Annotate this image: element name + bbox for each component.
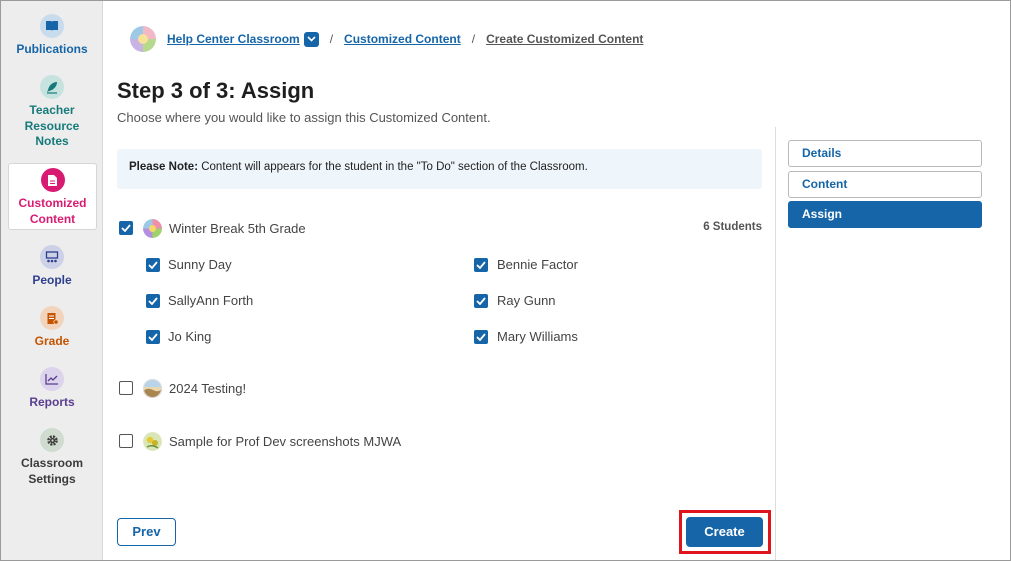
class-name: Winter Break 5th Grade — [169, 221, 306, 236]
gradebook-icon — [40, 306, 64, 330]
class-avatar — [143, 432, 162, 451]
step-details[interactable]: Details — [788, 140, 982, 167]
student-checkbox[interactable] — [146, 258, 160, 272]
page-title: Step 3 of 3: Assign — [117, 78, 315, 103]
student-checkbox[interactable] — [474, 330, 488, 344]
note-banner: Please Note: Content will appears for th… — [117, 149, 762, 189]
sidebar-item-label: Grade — [34, 334, 70, 348]
panel-divider — [775, 127, 776, 560]
breadcrumb-classroom-link[interactable]: Help Center Classroom — [167, 32, 300, 46]
sidebar: Publications Teacher Resource Notes Cust… — [1, 1, 103, 560]
class-name: Sample for Prof Dev screenshots MJWA — [169, 434, 402, 449]
sidebar-item-customized-content[interactable]: Customized Content — [8, 163, 97, 230]
chevron-down-icon[interactable] — [303, 31, 319, 47]
gear-icon — [40, 428, 64, 452]
sidebar-item-label: Classroom — [20, 456, 84, 470]
people-board-icon — [40, 245, 64, 269]
sidebar-item-label: Reports — [29, 395, 75, 409]
breadcrumb-separator: / — [329, 32, 334, 46]
breadcrumb-section-link[interactable]: Customized Content — [344, 32, 461, 46]
student-name: Ray Gunn — [497, 293, 556, 308]
class-avatar — [143, 219, 162, 238]
student-name: Jo King — [168, 329, 212, 344]
sidebar-item-reports[interactable]: Reports — [7, 367, 97, 411]
student-checkbox[interactable] — [146, 330, 160, 344]
page-subtitle: Choose where you would like to assign th… — [117, 110, 491, 125]
sidebar-item-label: People — [32, 273, 72, 287]
sidebar-item-label: Resource — [24, 118, 80, 133]
sidebar-item-classroom-settings[interactable]: Classroom Settings — [7, 428, 97, 487]
sidebar-item-teacher-resource-notes[interactable]: Teacher Resource Notes — [7, 75, 97, 150]
breadcrumb-current[interactable]: Create Customized Content — [486, 32, 643, 46]
class-checkbox[interactable] — [119, 221, 133, 235]
breadcrumb-separator: / — [471, 32, 476, 46]
class-name: 2024 Testing! — [169, 381, 247, 396]
note-text: Content will appears for the student in … — [198, 161, 588, 173]
step-assign[interactable]: Assign — [788, 201, 982, 228]
sidebar-item-label: Settings — [28, 471, 76, 486]
step-content[interactable]: Content — [788, 171, 982, 198]
sidebar-item-grade[interactable]: Grade — [7, 306, 97, 350]
student-checkbox[interactable] — [474, 294, 488, 308]
chart-icon — [40, 367, 64, 391]
student-checkbox[interactable] — [146, 294, 160, 308]
student-checkbox[interactable] — [474, 258, 488, 272]
prev-button[interactable]: Prev — [117, 518, 176, 546]
student-count: 6 Students — [703, 221, 762, 233]
class-avatar — [143, 379, 162, 398]
sidebar-item-label: Notes — [35, 134, 69, 148]
breadcrumb: Help Center Classroom / Customized Conte… — [130, 25, 643, 53]
document-icon — [40, 168, 65, 192]
class-checkbox[interactable] — [119, 434, 133, 448]
sidebar-item-publications[interactable]: Publications — [7, 14, 97, 58]
sidebar-item-label: Content — [29, 211, 76, 226]
student-name: Bennie Factor — [497, 257, 578, 272]
sidebar-item-label: Customized — [18, 196, 87, 210]
note-prefix: Please Note: — [129, 161, 199, 173]
create-button[interactable]: Create — [686, 517, 763, 547]
classroom-avatar — [130, 26, 156, 52]
class-checkbox[interactable] — [119, 381, 133, 395]
book-icon — [40, 14, 64, 38]
feather-pen-icon — [40, 75, 64, 99]
sidebar-item-people[interactable]: People — [7, 245, 97, 289]
student-name: Mary Williams — [497, 329, 578, 344]
student-name: SallyAnn Forth — [168, 293, 254, 308]
sidebar-item-label: Publications — [16, 42, 88, 56]
student-name: Sunny Day — [168, 257, 232, 272]
sidebar-item-label: Teacher — [29, 103, 75, 117]
